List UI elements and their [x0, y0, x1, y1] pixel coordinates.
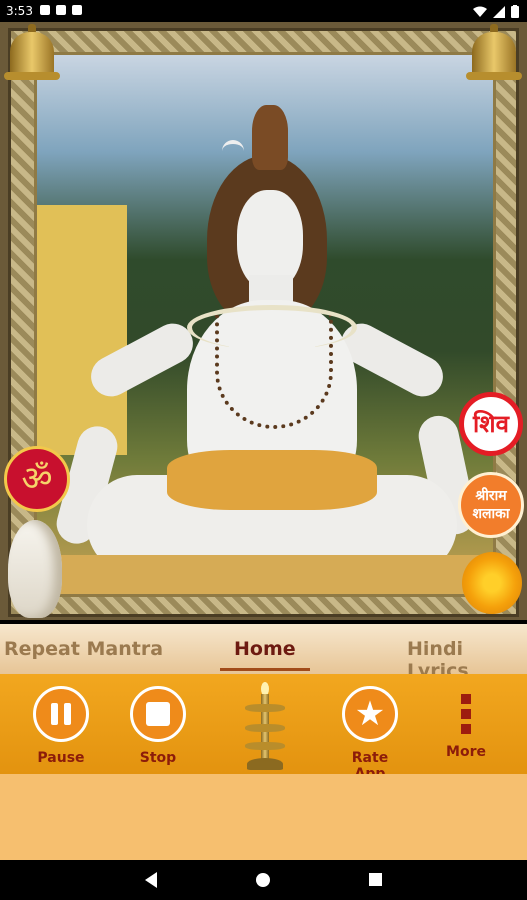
- status-time: 3:53: [6, 4, 33, 18]
- shiva-statue: [37, 55, 493, 594]
- notification-icon: [40, 5, 50, 15]
- shriram-shalaka-button[interactable]: श्रीराम शलाका: [458, 472, 524, 538]
- shiv-button[interactable]: शिव: [459, 392, 523, 456]
- wifi-icon: [473, 6, 487, 17]
- notification-icon-3: [72, 5, 82, 15]
- star-icon: ★: [342, 686, 398, 742]
- signal-icon: [493, 5, 505, 18]
- recents-icon[interactable]: [369, 873, 382, 886]
- tab-home[interactable]: Home: [234, 638, 296, 660]
- more-icon: [431, 686, 501, 742]
- crescent-moon-icon: [222, 140, 244, 162]
- battery-icon: [511, 5, 519, 18]
- diya-lamp-icon[interactable]: [241, 682, 289, 772]
- notification-icon-2: [56, 5, 66, 15]
- left-bell-icon[interactable]: [2, 24, 62, 82]
- shalaka-line1: श्रीराम: [475, 488, 507, 504]
- more-button[interactable]: More: [431, 686, 501, 760]
- rate-app-button[interactable]: ★ Rate App: [335, 686, 405, 782]
- marigold-flower-icon[interactable]: [462, 552, 522, 614]
- conch-shell-icon[interactable]: [8, 520, 62, 618]
- status-bar: 3:53: [0, 0, 527, 22]
- shalaka-line2: शलाका: [472, 506, 510, 522]
- more-label: More: [446, 744, 486, 760]
- pause-button[interactable]: Pause: [26, 686, 96, 766]
- tab-repeat-mantra[interactable]: Repeat Mantra: [4, 638, 163, 660]
- pause-label: Pause: [37, 750, 85, 766]
- tab-bar: Repeat Mantra Home Hindi Lyrics: [0, 624, 527, 682]
- pause-icon: [33, 686, 89, 742]
- empty-panel: [0, 774, 527, 860]
- stop-icon: [130, 686, 186, 742]
- om-button[interactable]: ॐ: [4, 446, 70, 512]
- home-icon[interactable]: [256, 873, 270, 887]
- back-icon[interactable]: [145, 872, 157, 888]
- system-nav-bar: [0, 860, 527, 900]
- deity-image: [34, 52, 496, 597]
- stop-button[interactable]: Stop: [123, 686, 193, 766]
- right-bell-icon[interactable]: [464, 24, 524, 82]
- active-tab-indicator: [220, 668, 310, 671]
- stop-label: Stop: [139, 750, 177, 766]
